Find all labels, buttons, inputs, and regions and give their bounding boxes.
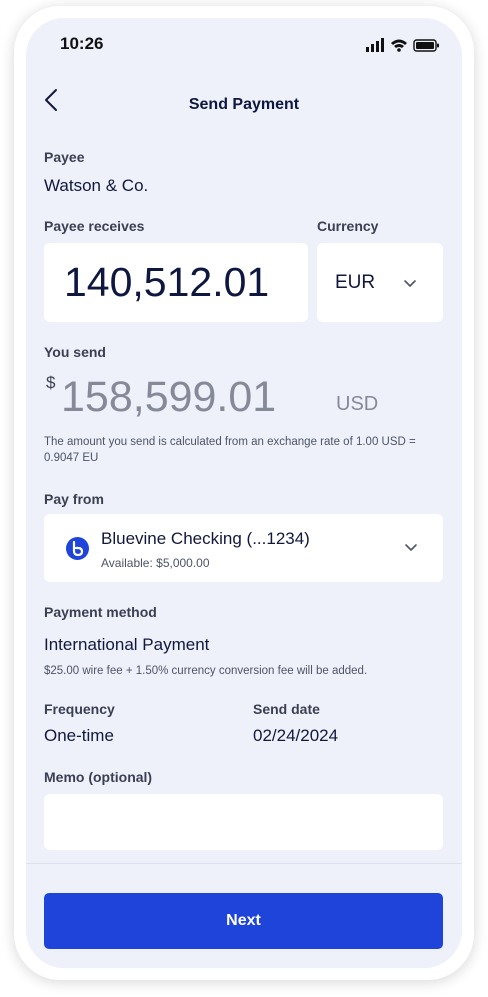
account-name: Bluevine Checking (...1234) <box>101 529 310 548</box>
exchange-rate-note: The amount you send is calculated from a… <box>44 436 416 464</box>
send-date-label: Send date <box>253 701 320 717</box>
receive-amount-input[interactable]: 140,512.01 <box>44 243 308 322</box>
memo-input[interactable] <box>44 794 443 850</box>
receive-amount-value: 140,512.01 <box>64 259 270 305</box>
send-currency: USD <box>336 393 379 415</box>
page-title: Send Payment <box>188 96 300 113</box>
payee-value: Watson & Co. <box>44 176 149 195</box>
frequency-label: Frequency <box>44 701 115 717</box>
phone-frame: 10:26 Send Payment Payee Watson & Co. Pa… <box>14 6 474 980</box>
wifi-icon <box>391 39 407 52</box>
chevron-down-icon <box>404 280 416 288</box>
pay-from-label: Pay from <box>44 491 104 507</box>
currency-label: Currency <box>317 218 379 234</box>
signal-icon <box>366 38 384 52</box>
payee-label: Payee <box>44 149 85 165</box>
pay-from-select[interactable]: Bluevine Checking (...1234) Available: $… <box>44 514 443 582</box>
payment-method-label: Payment method <box>44 604 157 620</box>
battery-icon <box>413 39 439 52</box>
send-amount-value: 158,599.01 <box>61 373 277 421</box>
currency-select[interactable]: EUR <box>317 243 443 322</box>
send-date-value: 02/24/2024 <box>253 726 339 745</box>
account-available: Available: $5,000.00 <box>101 556 210 570</box>
fee-note: $25.00 wire fee + 1.50% currency convers… <box>44 665 368 677</box>
payee-receives-label: Payee receives <box>44 218 145 234</box>
chevron-down-icon <box>405 544 417 552</box>
status-time: 10:26 <box>60 34 104 53</box>
app-screen: 10:26 Send Payment Payee Watson & Co. Pa… <box>26 18 462 968</box>
payment-method-value: International Payment <box>44 635 210 654</box>
memo-label: Memo (optional) <box>44 769 153 785</box>
dollar-symbol: $ <box>46 373 56 392</box>
currency-value: EUR <box>335 272 376 293</box>
next-button[interactable]: Next <box>44 893 443 949</box>
status-icons <box>366 38 439 52</box>
you-send-label: You send <box>44 344 106 360</box>
bluevine-logo-icon <box>66 537 89 560</box>
frequency-value: One-time <box>44 726 114 745</box>
